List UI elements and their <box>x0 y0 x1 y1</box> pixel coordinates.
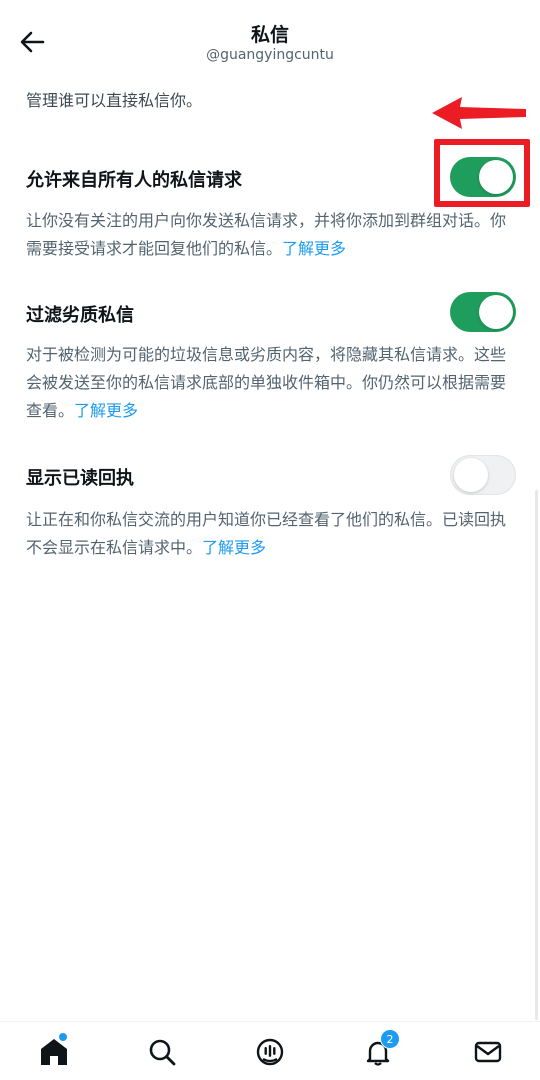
header: 私信 @guangyingcuntu <box>0 0 540 80</box>
page-title: 私信 <box>250 24 289 46</box>
learn-more-link[interactable]: 了解更多 <box>202 538 266 557</box>
mail-icon <box>474 1041 502 1063</box>
learn-more-link[interactable]: 了解更多 <box>282 239 346 258</box>
setting-title-allow-requests: 允许来自所有人的私信请求 <box>26 170 242 191</box>
setting-title-filter-low-quality: 过滤劣质私信 <box>26 305 134 326</box>
nav-messages[interactable] <box>470 1034 506 1070</box>
bottom-nav: 2 <box>0 1021 540 1080</box>
page-subtitle: @guangyingcuntu <box>206 47 334 63</box>
nav-search[interactable] <box>144 1034 180 1070</box>
learn-more-link[interactable]: 了解更多 <box>74 401 138 420</box>
dm-settings-page: 私信 @guangyingcuntu 管理谁可以直接私信你。 允许来自所有人的私… <box>0 0 540 1080</box>
toggle-knob <box>454 458 488 492</box>
highlight-box <box>434 139 530 207</box>
notification-badge: 2 <box>380 1029 400 1049</box>
intro-text: 管理谁可以直接私信你。 <box>26 91 203 110</box>
nav-spaces[interactable] <box>252 1034 288 1070</box>
desc-text: 让你没有关注的用户向你发送私信请求，并将你添加到群组对话。你需要接受请求才能回复… <box>26 211 507 258</box>
nav-notifications[interactable]: 2 <box>360 1029 400 1070</box>
setting-title-read-receipts: 显示已读回执 <box>26 468 134 489</box>
search-icon <box>149 1039 176 1066</box>
setting-desc-filter-low-quality: 对于被检测为可能的垃圾信息或劣质内容，将隐藏其私信请求。这些会被发送至你的私信请… <box>26 341 512 425</box>
scrollbar[interactable] <box>535 490 538 1020</box>
read-receipts-toggle[interactable] <box>450 455 516 495</box>
red-arrow-left-icon <box>432 97 526 129</box>
setting-desc-allow-requests: 让你没有关注的用户向你发送私信请求，并将你添加到群组对话。你需要接受请求才能回复… <box>26 207 512 263</box>
setting-desc-read-receipts: 让正在和你私信交流的用户知道你已经查看了他们的私信。已读回执不会显示在私信请求中… <box>26 506 512 562</box>
filter-low-quality-toggle[interactable] <box>450 292 516 332</box>
spaces-icon <box>256 1038 284 1066</box>
notification-dot <box>58 1032 68 1042</box>
toggle-knob <box>479 295 513 329</box>
nav-home[interactable] <box>36 1032 72 1070</box>
